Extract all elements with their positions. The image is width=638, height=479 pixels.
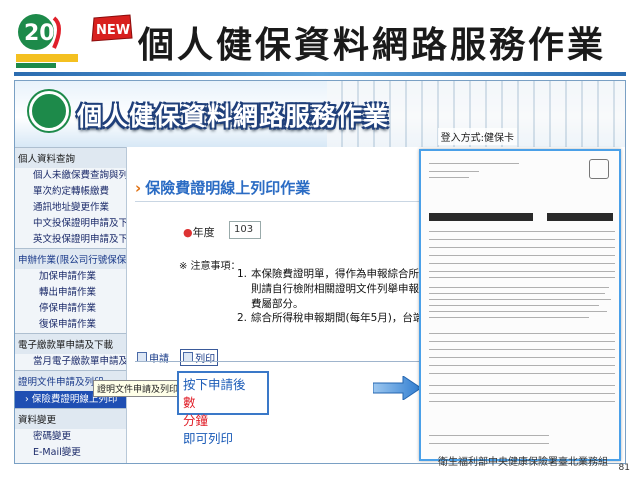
year-label-text: 年度	[192, 226, 215, 239]
print-button[interactable]: 列印	[180, 348, 219, 366]
chevron-right-icon: ›	[25, 394, 29, 405]
callout-box: 按下申請後數 分鐘 即可列印	[177, 371, 269, 446]
sidebar-item[interactable]: E-Mail變更	[15, 445, 126, 461]
sidebar-item[interactable]: 單次約定轉帳繳費	[15, 184, 126, 200]
sidebar-section-applications[interactable]: 申辦作業(限公司行號保保險對象)	[15, 248, 126, 269]
callout-line-2: 分鐘 即可列印	[183, 413, 234, 446]
new-badge-icon: NEW	[91, 14, 133, 42]
title-divider	[14, 72, 626, 76]
apply-label: 申請	[149, 353, 169, 365]
print-label: 列印	[195, 353, 216, 365]
stamp-icon	[589, 159, 609, 179]
sidebar-section-personal[interactable]: 個人資料查詢	[15, 147, 126, 168]
login-method: 登入方式:健保卡	[437, 128, 517, 145]
year-input[interactable]: 103	[229, 221, 261, 239]
sidebar-nav: 個人資料查詢 個人未繳保費查詢與列印 單次約定轉帳繳費 通訊地址變更作業 中文投…	[15, 147, 127, 463]
button-divider	[135, 361, 431, 362]
page-number: 81	[618, 463, 630, 473]
heading-chevron-icon: ›	[135, 179, 142, 197]
sidebar-item[interactable]: 個人未繳保費查詢與列印	[15, 168, 126, 184]
anniversary-logo: 20	[16, 14, 78, 68]
sidebar-item[interactable]: 密碼變更	[15, 429, 126, 445]
svg-text:20: 20	[24, 21, 55, 46]
sidebar-item[interactable]: 當月電子繳款單申請及下載	[15, 354, 126, 370]
notes-label: ※ 注意事項：	[179, 261, 241, 272]
heading-divider	[135, 201, 435, 202]
sidebar-item[interactable]: 英文投保證明申請及下載	[15, 232, 126, 248]
sidebar-section-data-change[interactable]: 資料變更	[15, 408, 126, 429]
sidebar-item[interactable]: 通訊地址變更作業	[15, 200, 126, 216]
sidebar-item[interactable]: 轉出申請作業	[15, 285, 126, 301]
callout-line-1: 按下申請後數	[183, 377, 246, 410]
note-number: 2.	[237, 312, 248, 324]
premium-certificate-document	[419, 149, 621, 461]
apply-button[interactable]: 申請	[137, 350, 169, 365]
slide-title: 個人健保資料網路服務作業	[138, 24, 607, 66]
nhi-logo-icon	[29, 91, 69, 131]
action-buttons: 申請 列印	[137, 347, 224, 366]
banner-title: 個人健保資料網路服務作業	[77, 102, 390, 131]
tooltip: 證明文件申請及列印	[93, 380, 183, 397]
sidebar-section-e-bill[interactable]: 電子繳款單申請及下載	[15, 333, 126, 354]
year-label: ●年度	[183, 224, 215, 240]
sidebar-item[interactable]: 加保申請作業	[15, 269, 126, 285]
sidebar-item[interactable]: 復保申請作業	[15, 317, 126, 333]
note-number: 1.	[237, 268, 248, 280]
arrow-right-icon	[373, 376, 421, 400]
footer-credit: 衛生福利部中央健康保險署臺北業務組	[438, 457, 608, 468]
site-banner: 個人健保資料網路服務作業 登入方式:健保卡	[15, 81, 625, 147]
page-heading-text: 保險費證明線上列印作業	[145, 179, 311, 197]
note-line: 費屬部分。	[251, 298, 304, 310]
page-heading: › 保險費證明線上列印作業	[135, 177, 310, 198]
sidebar-item[interactable]: 中文投保證明申請及下載	[15, 216, 126, 232]
required-dot-icon: ●	[183, 226, 193, 239]
web-screenshot: 個人健保資料網路服務作業 登入方式:健保卡 個人資料查詢 個人未繳保費查詢與列印…	[14, 80, 626, 464]
svg-text:NEW: NEW	[96, 23, 130, 38]
sidebar-item[interactable]: 停保申請作業	[15, 301, 126, 317]
